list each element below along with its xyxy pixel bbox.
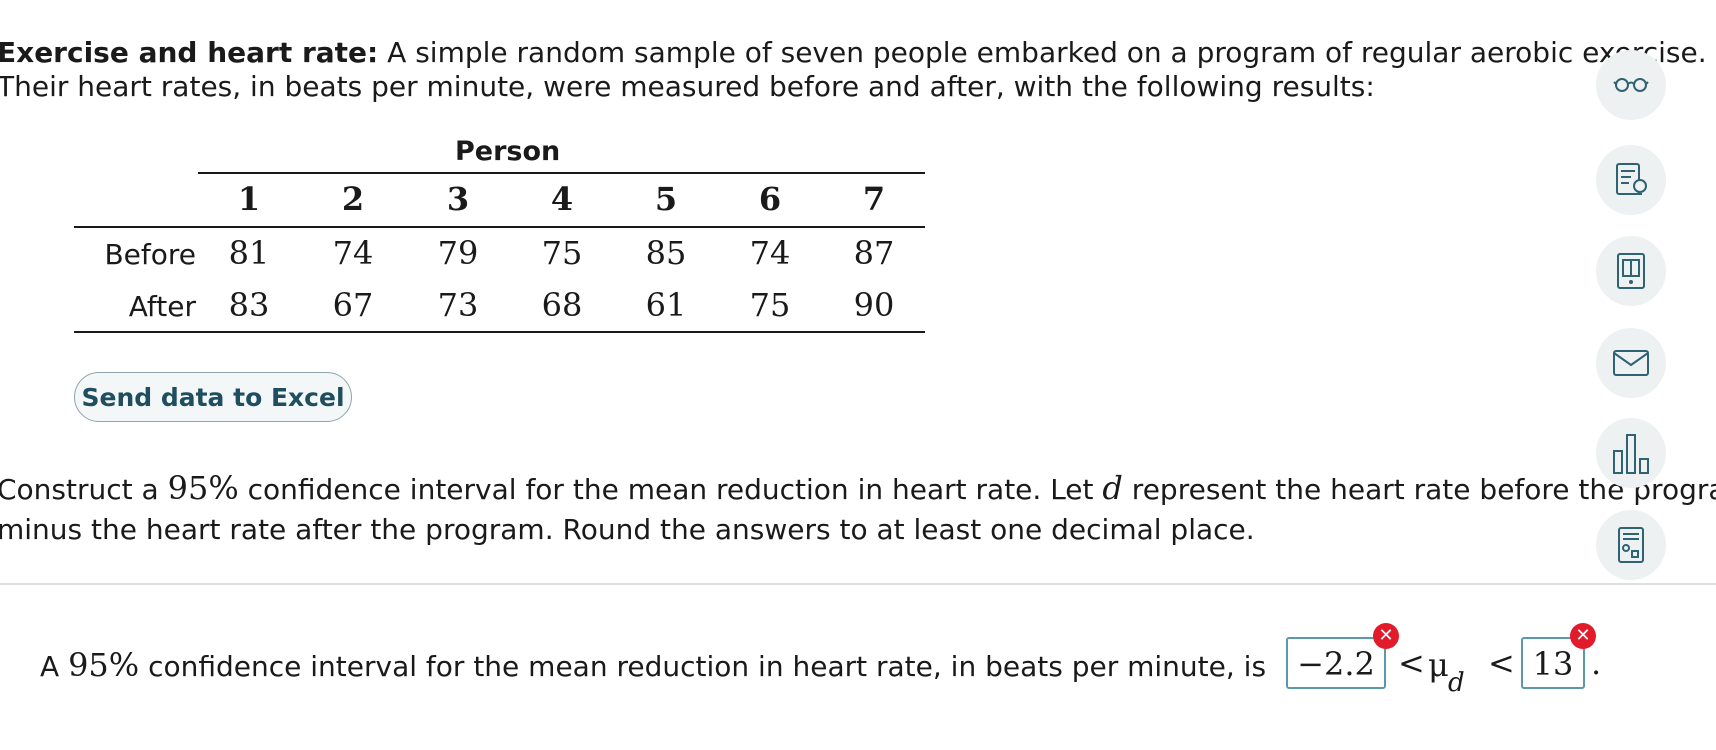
- instructions-text: confidence interval for the mean reducti…: [238, 473, 1103, 506]
- table-rule-bottom: [74, 331, 925, 333]
- table-cell: 90: [853, 286, 895, 324]
- answer-sentence: A 95% confidence interval for the mean r…: [40, 646, 1266, 684]
- lower-bound-input[interactable]: −2.2: [1286, 637, 1386, 689]
- chart-icon: [1613, 434, 1649, 474]
- table-cell: 75: [749, 286, 791, 324]
- lt-symbol: <: [1488, 644, 1515, 682]
- table-cell: 73: [437, 286, 479, 324]
- table-rule-header: [74, 226, 925, 228]
- glasses-icon: [1613, 78, 1649, 92]
- table-cell: 61: [645, 286, 687, 324]
- problem-text-1: A simple random sample of seven people e…: [378, 36, 1707, 69]
- period: .: [1591, 644, 1602, 682]
- explanation-button[interactable]: [1596, 145, 1666, 215]
- mu-subscript: d: [1448, 668, 1465, 698]
- answer-text: confidence interval for the mean reducti…: [139, 650, 1267, 683]
- table-cell: 74: [332, 234, 374, 272]
- instructions-text-2: minus the heart rate after the program. …: [0, 513, 1255, 546]
- answer-prefix: A: [40, 650, 69, 683]
- variable-d: d: [1102, 469, 1123, 507]
- reading-glasses-button[interactable]: [1596, 50, 1666, 120]
- column-header: 2: [341, 180, 365, 218]
- table-cell: 79: [437, 234, 479, 272]
- table-cell: 83: [228, 286, 270, 324]
- explanation-icon: [1616, 163, 1647, 195]
- table-cell: 67: [332, 286, 374, 324]
- ebook-icon: [1617, 253, 1645, 289]
- table-cell: 74: [749, 234, 791, 272]
- column-header: 3: [446, 180, 470, 218]
- instructions: Construct a 95% confidence interval for …: [0, 468, 1716, 550]
- confidence-level: 95%: [167, 469, 239, 507]
- column-header: 6: [758, 180, 782, 218]
- statistics-button[interactable]: [1596, 418, 1666, 488]
- problem-statement: Exercise and heart rate: A simple random…: [0, 36, 1707, 104]
- table-rule-top: [198, 172, 925, 174]
- instructions-text: Construct a: [0, 473, 168, 506]
- table-cell: 75: [541, 234, 583, 272]
- table-cell: 85: [645, 234, 687, 272]
- column-header: 4: [550, 180, 574, 218]
- mail-icon: [1613, 350, 1649, 376]
- calculator-button[interactable]: [1596, 510, 1666, 580]
- column-header: 1: [237, 180, 261, 218]
- table-cell: 68: [541, 286, 583, 324]
- column-header: 5: [654, 180, 678, 218]
- lower-bound-error-icon: ✕: [1373, 623, 1399, 649]
- row-label: After: [128, 290, 196, 323]
- message-button[interactable]: [1596, 328, 1666, 398]
- calculator-icon: [1618, 527, 1644, 563]
- section-divider: [0, 583, 1716, 585]
- problem-title: Exercise and heart rate:: [0, 36, 379, 69]
- column-header: 7: [862, 180, 886, 218]
- row-label: Before: [104, 238, 196, 271]
- send-to-excel-button[interactable]: Send data to Excel: [74, 372, 352, 422]
- mu-symbol: μ: [1428, 646, 1449, 684]
- table-cell: 87: [853, 234, 895, 272]
- lt-symbol: <: [1398, 644, 1425, 682]
- answer-confidence-level: 95%: [68, 646, 140, 684]
- table-cell: 81: [228, 234, 270, 272]
- table-group-label: Person: [455, 136, 561, 167]
- problem-text-2: Their heart rates, in beats per minute, …: [0, 70, 1375, 103]
- ebook-button[interactable]: [1596, 236, 1666, 306]
